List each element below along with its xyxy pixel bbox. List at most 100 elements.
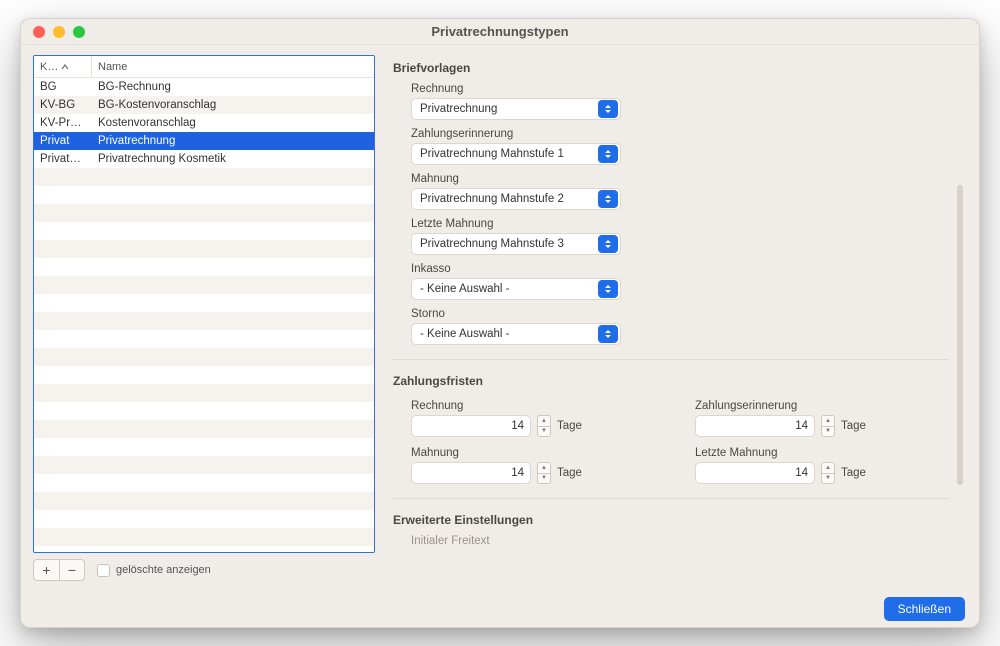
table-row[interactable]	[34, 312, 374, 330]
unit-label: Tage	[557, 467, 582, 479]
maximize-icon[interactable]	[73, 26, 85, 38]
checkbox-icon	[97, 564, 110, 577]
table-row[interactable]	[34, 474, 374, 492]
table-row[interactable]: PrivatPrivatrechnung	[34, 132, 374, 150]
dl-erinnerung-stepper[interactable]: ▲▼	[821, 415, 835, 437]
tpl-letzte-label: Letzte Mahnung	[411, 218, 949, 230]
tpl-letzte-value: Privatrechnung Mahnstufe 3	[420, 238, 564, 250]
tpl-inkasso-select[interactable]: - Keine Auswahl -	[411, 278, 621, 300]
remove-button[interactable]: −	[59, 559, 85, 581]
chevron-updown-icon	[598, 325, 618, 343]
cell-k: Privat	[34, 135, 92, 147]
chevron-updown-icon	[598, 190, 618, 208]
unit-label: Tage	[841, 420, 866, 432]
table-row[interactable]	[34, 438, 374, 456]
chevron-up-icon: ▲	[821, 415, 835, 426]
unit-label: Tage	[841, 467, 866, 479]
show-deleted-checkbox[interactable]: gelöschte anzeigen	[97, 564, 211, 577]
deadlines-grid: Rechnung 14 ▲▼ Tage Zahlungserinnerung 1…	[411, 396, 949, 484]
table-row[interactable]	[34, 384, 374, 402]
table-row[interactable]	[34, 366, 374, 384]
col-header-k-label: K…	[40, 61, 58, 73]
sort-asc-icon	[61, 63, 69, 71]
close-icon[interactable]	[33, 26, 45, 38]
table-row[interactable]: Privat…Privatrechnung Kosmetik	[34, 150, 374, 168]
dl-rechnung-input[interactable]: 14	[411, 415, 531, 437]
cell-name: BG-Rechnung	[92, 81, 374, 93]
dl-mahnung-label: Mahnung	[411, 447, 665, 459]
tpl-mahnung-value: Privatrechnung Mahnstufe 2	[420, 193, 564, 205]
dl-mahnung-input[interactable]: 14	[411, 462, 531, 484]
templates-heading: Briefvorlagen	[393, 61, 949, 75]
dl-letzte-input[interactable]: 14	[695, 462, 815, 484]
table-row[interactable]	[34, 348, 374, 366]
table-row[interactable]	[34, 528, 374, 546]
table-row[interactable]	[34, 186, 374, 204]
dl-letzte-stepper[interactable]: ▲▼	[821, 462, 835, 484]
dl-erinnerung-label: Zahlungserinnerung	[695, 400, 949, 412]
chevron-up-icon: ▲	[537, 415, 551, 426]
dl-erinnerung-input[interactable]: 14	[695, 415, 815, 437]
tpl-mahnung-select[interactable]: Privatrechnung Mahnstufe 2	[411, 188, 621, 210]
scrollbar[interactable]	[957, 185, 963, 485]
tpl-erinnerung-select[interactable]: Privatrechnung Mahnstufe 1	[411, 143, 621, 165]
templates-section: Rechnung Privatrechnung Zahlungserinneru…	[411, 83, 949, 345]
table-body: BGBG-RechnungKV-BGBG-KostenvoranschlagKV…	[34, 78, 374, 552]
col-header-name-label: Name	[98, 61, 127, 73]
tpl-mahnung-label: Mahnung	[411, 173, 949, 185]
tpl-erinnerung-label: Zahlungserinnerung	[411, 128, 949, 140]
dl-letzte-label: Letzte Mahnung	[695, 447, 949, 459]
unit-label: Tage	[557, 420, 582, 432]
col-header-k[interactable]: K…	[34, 56, 92, 77]
chevron-down-icon: ▼	[821, 473, 835, 485]
tpl-storno-label: Storno	[411, 308, 949, 320]
col-header-name[interactable]: Name	[92, 56, 374, 77]
separator	[393, 359, 949, 360]
body: K… Name BGBG-RechnungKV-BGBG-Kostenvoran…	[21, 45, 979, 591]
table-row[interactable]	[34, 420, 374, 438]
table-row[interactable]	[34, 276, 374, 294]
table-row[interactable]	[34, 258, 374, 276]
table-row[interactable]	[34, 546, 374, 552]
table-row[interactable]: KV-Pr…Kostenvoranschlag	[34, 114, 374, 132]
tpl-rechnung-select[interactable]: Privatrechnung	[411, 98, 621, 120]
table-row[interactable]: BGBG-Rechnung	[34, 78, 374, 96]
chevron-updown-icon	[598, 145, 618, 163]
table-row[interactable]	[34, 402, 374, 420]
left-panel: K… Name BGBG-RechnungKV-BGBG-Kostenvoran…	[33, 55, 375, 583]
chevron-updown-icon	[598, 280, 618, 298]
cell-k: KV-BG	[34, 99, 92, 111]
right-panel: Briefvorlagen Rechnung Privatrechnung Za…	[389, 55, 967, 583]
window-controls	[21, 26, 85, 38]
tpl-storno-select[interactable]: - Keine Auswahl -	[411, 323, 621, 345]
table-row[interactable]	[34, 510, 374, 528]
tpl-rechnung-label: Rechnung	[411, 83, 949, 95]
dl-rechnung-label: Rechnung	[411, 400, 665, 412]
window: Privatrechnungstypen K… Name BGBG-Rechnu…	[20, 18, 980, 628]
table-row[interactable]: KV-BGBG-Kostenvoranschlag	[34, 96, 374, 114]
tpl-inkasso-value: - Keine Auswahl -	[420, 283, 510, 295]
footer: Schließen	[21, 591, 979, 627]
minimize-icon[interactable]	[53, 26, 65, 38]
separator	[393, 498, 949, 499]
table-row[interactable]	[34, 168, 374, 186]
table-header: K… Name	[34, 56, 374, 78]
chevron-down-icon: ▼	[821, 426, 835, 438]
settings-scroll[interactable]: Briefvorlagen Rechnung Privatrechnung Za…	[389, 55, 967, 583]
tpl-letzte-select[interactable]: Privatrechnung Mahnstufe 3	[411, 233, 621, 255]
cell-k: BG	[34, 81, 92, 93]
dl-rechnung-stepper[interactable]: ▲▼	[537, 415, 551, 437]
close-button[interactable]: Schließen	[884, 597, 965, 621]
table-row[interactable]	[34, 240, 374, 258]
chevron-down-icon: ▼	[537, 426, 551, 438]
table-row[interactable]	[34, 456, 374, 474]
table-row[interactable]	[34, 294, 374, 312]
dl-mahnung-stepper[interactable]: ▲▼	[537, 462, 551, 484]
initial-freetext-label: Initialer Freitext	[411, 535, 949, 547]
table-row[interactable]	[34, 492, 374, 510]
table-row[interactable]	[34, 222, 374, 240]
table-row[interactable]	[34, 330, 374, 348]
table-row[interactable]	[34, 204, 374, 222]
window-title: Privatrechnungstypen	[21, 24, 979, 39]
add-button[interactable]: +	[33, 559, 59, 581]
